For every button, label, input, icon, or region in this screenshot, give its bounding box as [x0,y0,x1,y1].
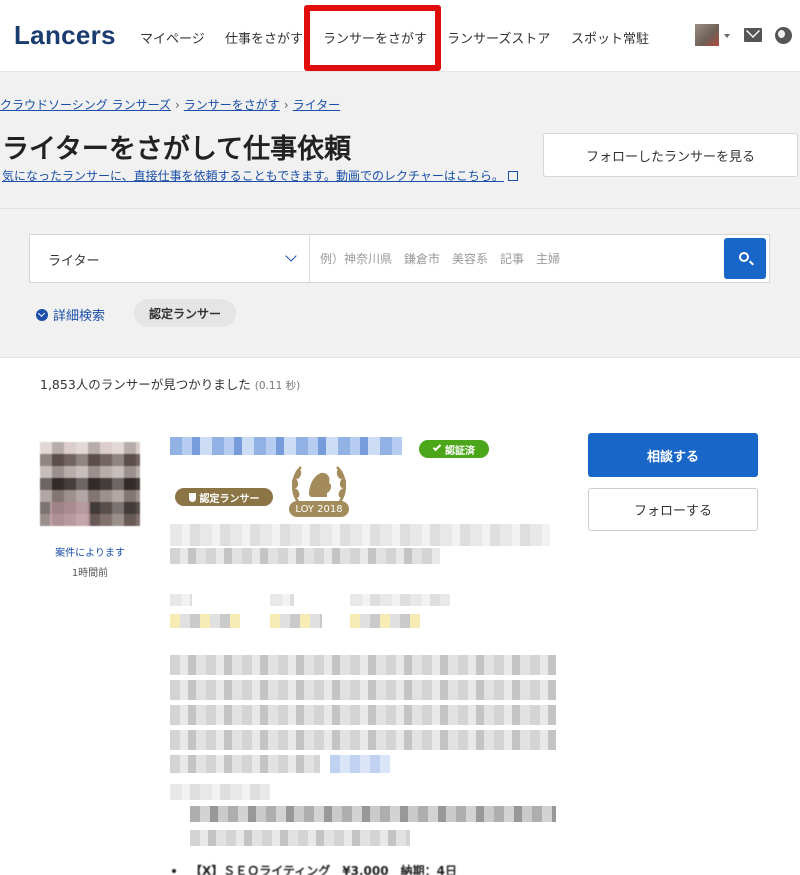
blurred-profile-text [170,705,556,725]
loy-award-label: LOY 2018 [289,501,349,517]
blurred-profile-text [170,730,556,750]
blurred-section-label [170,784,270,800]
nav-lancers-store[interactable]: ランサーズストア [447,28,550,47]
chevron-circle-icon [36,308,48,321]
advanced-search-label: 詳細検索 [53,309,106,324]
verified-label: 認証済 [445,445,475,457]
blurred-stat-value [350,614,420,628]
verified-badge: 認証済 [419,440,489,458]
last-login: 1時間前 [71,568,109,579]
lecture-link[interactable]: 気になったランサーに、直接仕事を依頼することもできます。動画でのレクチャーはこち… [2,167,518,184]
chevron-down-icon[interactable] [724,34,730,38]
blurred-profile-text [170,655,556,675]
site-header: Lancers マイページ 仕事をさがす ランサーをさがす ランサーズストア ス… [0,0,800,72]
lancer-rate: 案件によります [55,548,125,559]
breadcrumb-home[interactable]: クラウドソーシング ランサーズ [0,98,171,112]
portfolio-item-text: 【X】ＳＥＯライティング ¥3,000 納期：4日 [190,864,457,875]
breadcrumb: クラウドソーシング ランサーズ › ランサーをさがす › ライター [0,96,340,113]
certified-label: 認定ランサー [199,493,260,505]
lancers-logo[interactable]: Lancers [14,20,116,51]
result-count: 1,853人のランサーが見つかりました (0.11 秒) [40,374,300,393]
page-hero: クラウドソーシング ランサーズ › ランサーをさがす › ライター ライターをさがして仕… [0,72,800,208]
shield-icon [188,492,196,502]
blurred-profile-text [170,755,320,773]
lecture-link-text: 気になったランサーに、直接仕事を依頼することもできます。動画でのレクチャーはこち… [2,169,504,183]
blurred-portfolio-line [190,806,556,822]
keyword-input[interactable] [320,245,720,273]
search-time: (0.11 秒) [254,380,301,392]
search-button[interactable] [724,238,766,279]
breadcrumb-separator: › [174,98,180,112]
bullet-icon [172,869,176,873]
advanced-search-toggle[interactable]: 詳細検索 [36,305,105,324]
breadcrumb-writer[interactable]: ライター [293,98,341,112]
nav-mypage[interactable]: マイページ [140,28,205,47]
blurred-stat-value [170,614,240,628]
portfolio-item[interactable]: 【X】ＳＥＯライティング ¥3,000 納期：4日 [172,862,457,875]
view-followed-button[interactable]: フォローしたランサーを見る [543,133,798,177]
blurred-stat-value [270,614,322,628]
nav-spot[interactable]: スポット常駐 [571,28,649,47]
category-select[interactable]: ライター [30,235,310,282]
lancer-name-blurred[interactable] [170,437,402,455]
certified-badge: 認定ランサー [175,488,273,506]
blurred-portfolio-line [190,830,410,846]
category-value: ライター [48,254,100,269]
certified-filter-chip[interactable]: 認定ランサー [134,299,236,327]
breadcrumb-separator: › [283,98,289,112]
globe-icon[interactable] [775,27,792,44]
lancer-avatar[interactable] [40,442,140,526]
blurred-catchphrase [170,524,550,546]
search-icon [739,252,749,262]
nav-find-work[interactable]: 仕事をさがす [225,28,303,47]
chevron-down-icon [285,250,297,262]
blurred-stat-label [270,594,294,606]
consult-button[interactable]: 相談する [588,433,758,477]
highlight-annotation [304,5,441,71]
page-title: ライターをさがして仕事依頼 [2,134,352,165]
blurred-catchphrase-2 [170,548,440,564]
breadcrumb-find-lancer[interactable]: ランサーをさがす [184,98,280,112]
blurred-stat-label [170,594,192,606]
blurred-profile-text [170,680,556,700]
check-icon [432,442,442,452]
external-link-icon [507,171,518,181]
follow-button[interactable]: フォローする [588,488,758,531]
search-panel: ライター 詳細検索 認定ランサー [0,208,800,358]
search-bar: ライター [29,234,770,283]
blurred-stat-label [350,594,450,606]
user-avatar[interactable] [695,24,719,46]
blurred-profile-link[interactable] [330,755,390,773]
mail-icon[interactable] [744,28,762,42]
result-count-text: 1,853人のランサーが見つかりました [40,377,251,392]
